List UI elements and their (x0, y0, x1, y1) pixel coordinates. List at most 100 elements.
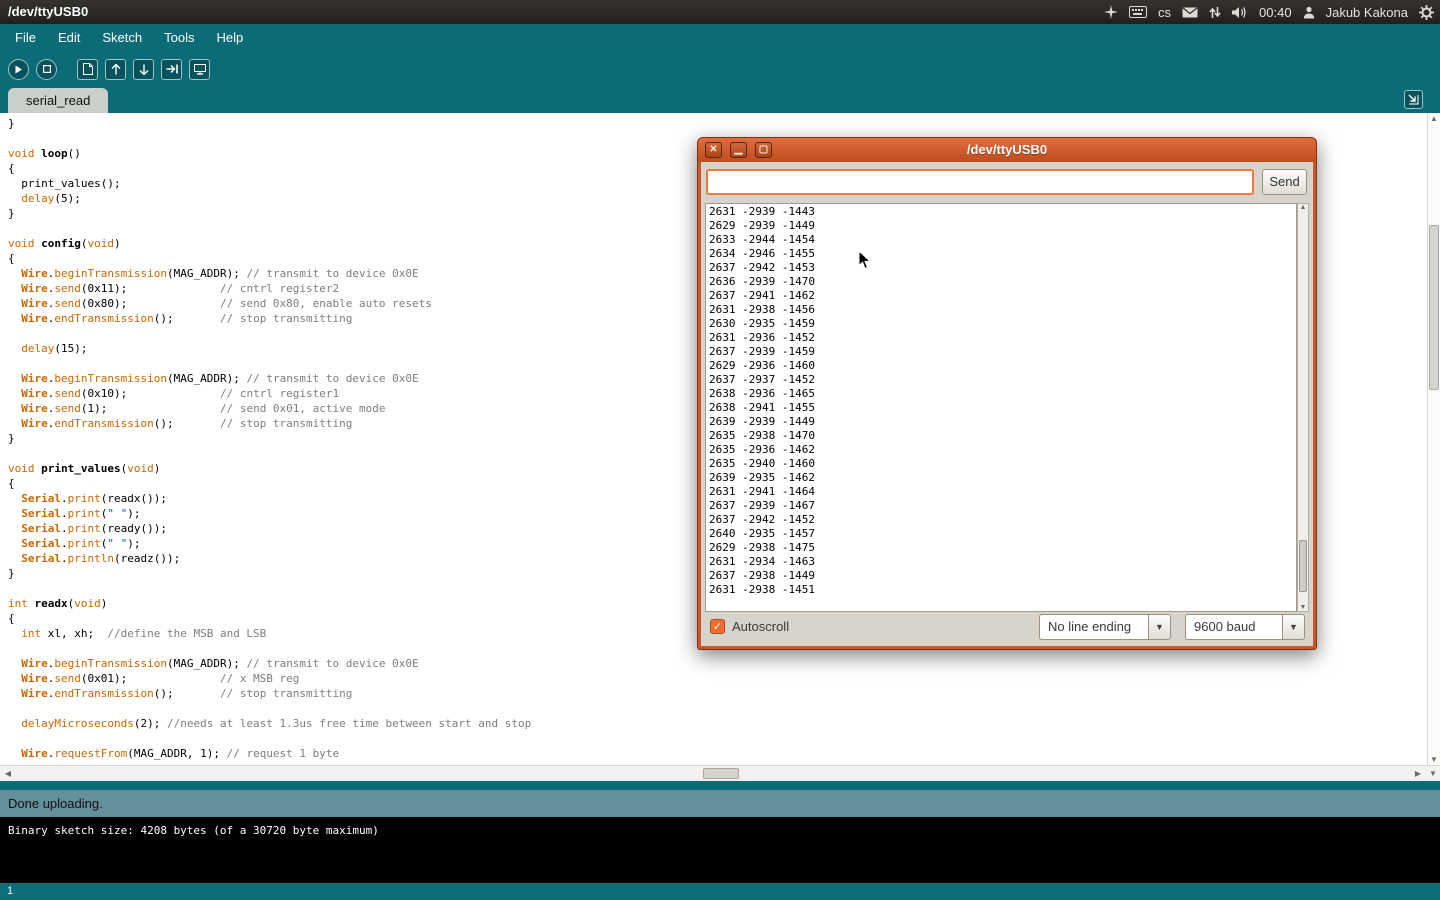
tab-serial-read[interactable]: serial_read (8, 88, 108, 113)
menu-help[interactable]: Help (205, 24, 254, 52)
serial-output-line: 2631 -2936 -1452 (709, 331, 1293, 345)
code-line: void loop() (8, 146, 531, 161)
serial-output-line: 2638 -2941 -1455 (709, 401, 1293, 415)
maximize-icon[interactable]: ▢ (755, 142, 772, 158)
baud-rate-dropdown[interactable]: 9600 baud ▼ (1185, 614, 1305, 640)
autoscroll-checkbox[interactable]: ✓ (710, 619, 725, 634)
code-line: Wire.endTransmission(); // stop transmit… (8, 686, 531, 701)
code-line: delayMicroseconds(2); //needs at least 1… (8, 716, 531, 731)
session-gear-icon[interactable] (1419, 5, 1434, 20)
serial-output-area[interactable]: 2631 -2939 -14432629 -2939 -14492633 -29… (705, 203, 1297, 612)
baud-rate-value[interactable]: 9600 baud (1185, 614, 1282, 640)
keyboard-layout-label[interactable]: cs (1158, 5, 1171, 20)
serial-output-line: 2630 -2935 -1459 (709, 317, 1293, 331)
serial-monitor-window: ✕ ▁ ▢ /dev/ttyUSB0 Send 2631 -2939 -1443… (697, 137, 1317, 650)
code-line: delay(5); (8, 191, 531, 206)
code-line: print_values(); (8, 176, 531, 191)
serial-output-scrollbar[interactable]: ▲ ▼ (1297, 203, 1309, 612)
serial-output-line: 2635 -2936 -1462 (709, 443, 1293, 457)
autoscroll-label[interactable]: Autoscroll (732, 619, 789, 634)
sync-arrows-icon[interactable] (1209, 6, 1221, 19)
scroll-left-arrow-icon[interactable]: ◀ (2, 769, 14, 778)
code-line (8, 641, 531, 656)
code-line: int readx(void) (8, 596, 531, 611)
toolbar (8, 54, 210, 84)
serial-output-line: 2635 -2938 -1470 (709, 429, 1293, 443)
line-ending-dropdown[interactable]: No line ending ▼ (1039, 614, 1171, 640)
keyboard-icon[interactable] (1129, 6, 1147, 18)
serial-output-line: 2637 -2939 -1459 (709, 345, 1293, 359)
code-line (8, 446, 531, 461)
user-name-label[interactable]: Jakub Kakona (1326, 5, 1408, 20)
menu-tools[interactable]: Tools (153, 24, 205, 52)
serial-output-line: 2637 -2942 -1452 (709, 513, 1293, 527)
tab-menu-button[interactable] (1404, 90, 1423, 109)
code-line: } (8, 116, 531, 131)
panel-window-title: /dev/ttyUSB0 (8, 0, 88, 24)
editor-vertical-scrollbar-thumb[interactable] (1429, 225, 1439, 390)
send-button[interactable]: Send (1262, 169, 1307, 195)
code-line: void print_values(void) (8, 461, 531, 476)
code-line: Wire.endTransmission(); // stop transmit… (8, 311, 531, 326)
status-separator (0, 781, 1440, 790)
upload-button[interactable] (161, 59, 182, 80)
menu-sketch[interactable]: Sketch (91, 24, 153, 52)
code-line: Wire.beginTransmission(MAG_ADDR); // tra… (8, 656, 531, 671)
code-line: Serial.println(readz()); (8, 551, 531, 566)
scroll-down-arrow-icon[interactable]: ▼ (1428, 755, 1440, 764)
volume-icon[interactable] (1232, 6, 1248, 19)
serial-output-line: 2629 -2939 -1449 (709, 219, 1293, 233)
save-sketch-button[interactable] (133, 59, 154, 80)
mail-icon[interactable] (1182, 7, 1198, 18)
line-number-strip: 1 (0, 883, 1440, 900)
current-line-number: 1 (7, 885, 13, 897)
menubar: FileEditSketchToolsHelp (4, 24, 254, 52)
serial-scroll-up-icon[interactable]: ▲ (1298, 204, 1308, 211)
stop-button[interactable] (36, 59, 57, 80)
editor-horizontal-scrollbar-thumb[interactable] (703, 768, 739, 779)
indicator-sparkle-icon[interactable] (1104, 5, 1118, 19)
serial-monitor-footer: ✓ Autoscroll No line ending ▼ 9600 baud … (706, 613, 1308, 641)
serial-output-line: 2631 -2939 -1443 (709, 205, 1293, 219)
serial-output-line: 2639 -2939 -1449 (709, 415, 1293, 429)
new-sketch-button[interactable] (77, 59, 98, 80)
status-bar: Done uploading. (0, 790, 1440, 817)
code-line (8, 356, 531, 371)
serial-output-line: 2633 -2944 -1454 (709, 233, 1293, 247)
desktop-panel: /dev/ttyUSB0 cs 00:40 Jakub Kakona (0, 0, 1440, 24)
code-line: { (8, 251, 531, 266)
clock-label[interactable]: 00:40 (1259, 5, 1292, 20)
serial-monitor-titlebar[interactable]: ✕ ▁ ▢ /dev/ttyUSB0 (698, 138, 1316, 162)
verify-button[interactable] (8, 59, 29, 80)
serial-monitor-button[interactable] (189, 59, 210, 80)
code-line: Wire.send(0x11); // cntrl register2 (8, 281, 531, 296)
code-line: Wire.requestFrom(MAG_ADDR, 1); // reques… (8, 746, 531, 761)
code-line (8, 221, 531, 236)
editor-vertical-scrollbar[interactable]: ▲ ▼ (1427, 113, 1440, 765)
serial-output-scrollbar-thumb[interactable] (1299, 540, 1307, 592)
minimize-icon[interactable]: ▁ (730, 142, 747, 158)
code-line: Wire.beginTransmission(MAG_ADDR); // tra… (8, 266, 531, 281)
user-icon[interactable] (1303, 6, 1315, 19)
line-ending-value[interactable]: No line ending (1039, 614, 1148, 640)
menu-file[interactable]: File (4, 24, 47, 52)
scroll-corner-arrow-icon[interactable]: ▼ (1427, 769, 1439, 778)
code-line: Serial.print(ready()); (8, 521, 531, 536)
chevron-down-icon[interactable]: ▼ (1148, 614, 1171, 640)
scroll-right-arrow-icon[interactable]: ▶ (1412, 769, 1424, 778)
code-line: } (8, 206, 531, 221)
code-line: Serial.print(" "); (8, 536, 531, 551)
serial-scroll-down-icon[interactable]: ▼ (1298, 604, 1308, 611)
scroll-up-arrow-icon[interactable]: ▲ (1428, 114, 1440, 123)
serial-output-line: 2631 -2941 -1464 (709, 485, 1293, 499)
mouse-cursor (858, 250, 872, 275)
open-sketch-button[interactable] (105, 59, 126, 80)
chevron-down-icon[interactable]: ▼ (1282, 614, 1305, 640)
code-line: Wire.send(0x10); // cntrl register1 (8, 386, 531, 401)
editor-horizontal-scrollbar[interactable]: ◀ ▶ ▼ (0, 765, 1440, 781)
menu-edit[interactable]: Edit (47, 24, 91, 52)
serial-output-line: 2637 -2941 -1462 (709, 289, 1293, 303)
close-icon[interactable]: ✕ (705, 142, 722, 158)
serial-send-input[interactable] (706, 169, 1254, 195)
serial-output-line: 2636 -2939 -1470 (709, 275, 1293, 289)
